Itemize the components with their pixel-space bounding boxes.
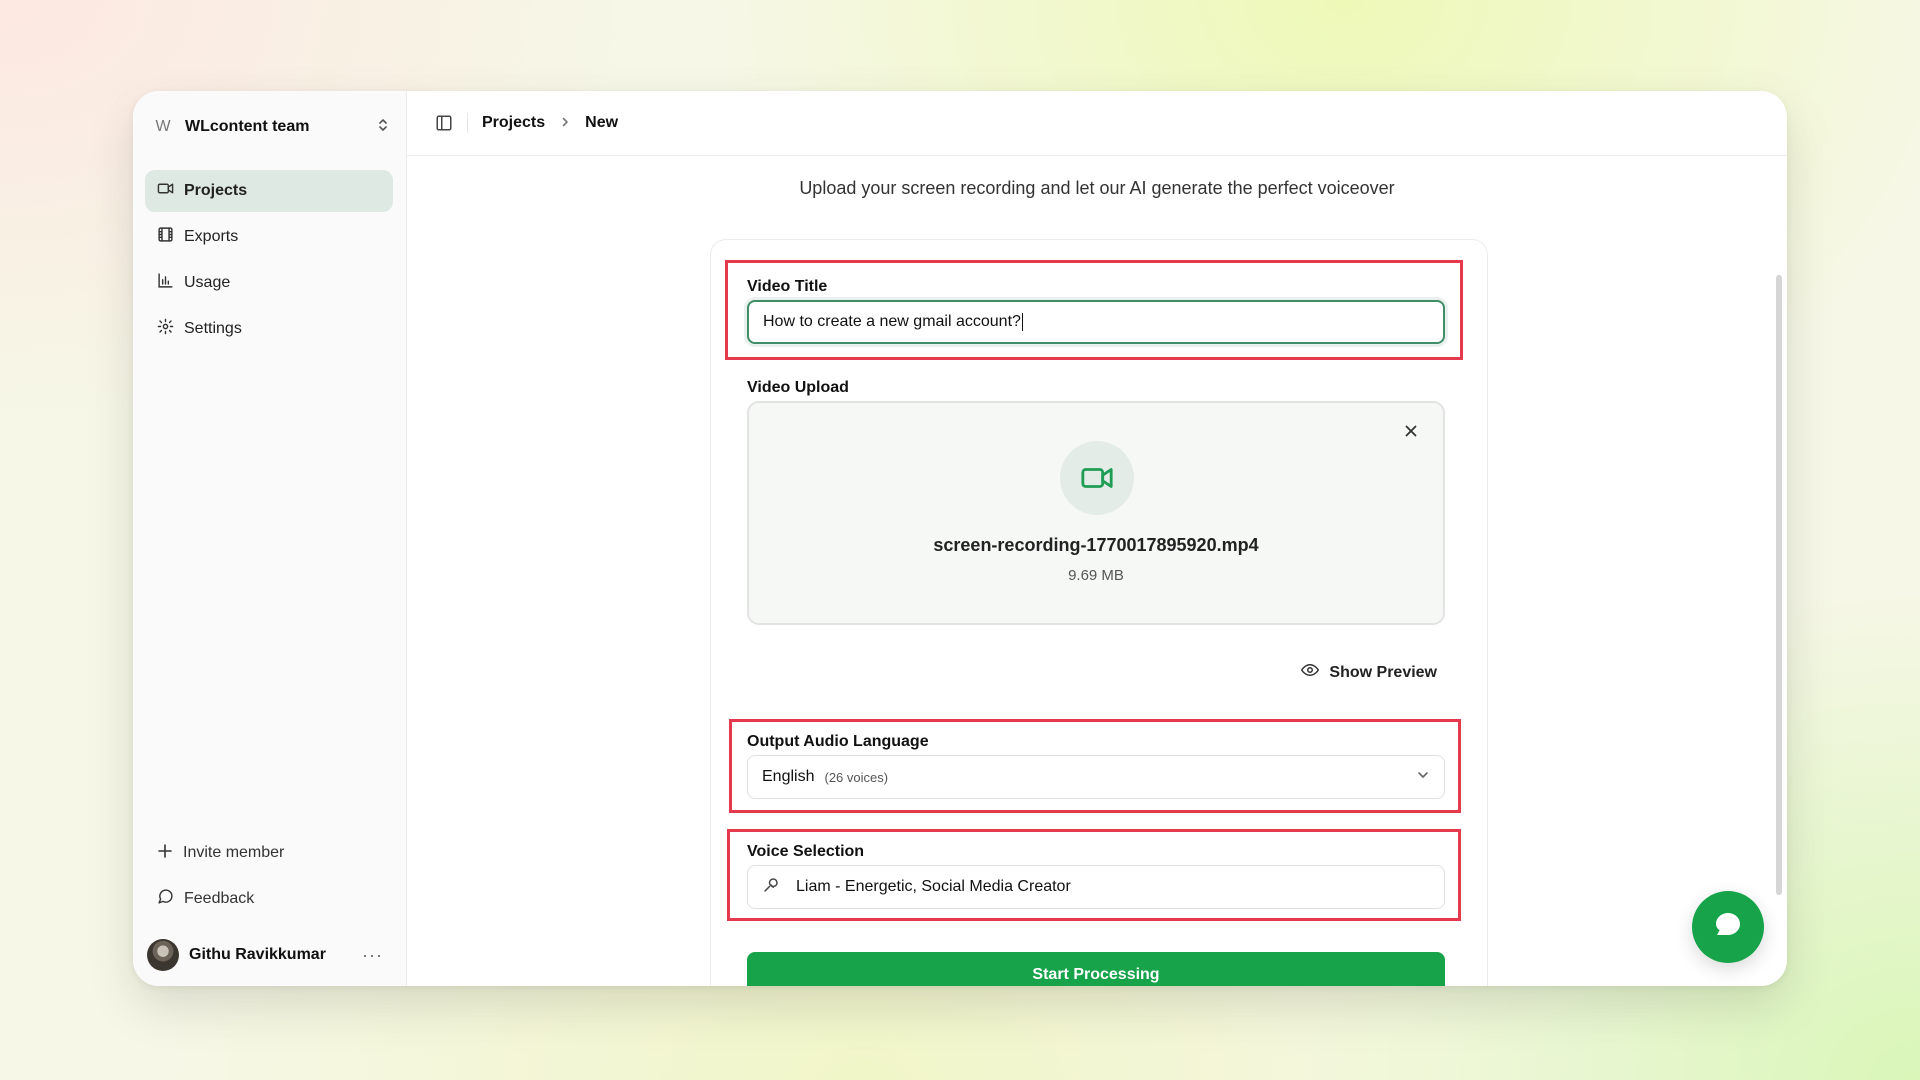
start-processing-button[interactable]: Start Processing — [747, 952, 1445, 986]
main-content: Projects New Upload your screen recordin… — [407, 91, 1787, 986]
chevron-down-icon — [1416, 768, 1430, 787]
text-caret — [1021, 313, 1023, 331]
language-value: English — [762, 768, 815, 785]
invite-member-button[interactable]: Invite member — [145, 832, 393, 874]
team-switcher[interactable]: W WLcontent team — [151, 109, 391, 145]
team-avatar: W — [155, 118, 171, 135]
sidebar-item-label: Settings — [184, 320, 242, 337]
film-icon — [157, 226, 184, 248]
language-voice-count: (26 voices) — [824, 769, 889, 785]
sidebar: W WLcontent team Projects Exports Usage … — [133, 91, 407, 986]
scrollbar[interactable] — [1776, 275, 1782, 895]
voice-selection-input[interactable]: Liam - Energetic, Social Media Creator — [747, 865, 1445, 909]
sidebar-nav: Projects Exports Usage Settings — [145, 170, 393, 354]
topbar: Projects New — [407, 91, 1787, 156]
sidebar-item-label: Usage — [184, 274, 231, 291]
uploaded-file-name: screen-recording-1770017895920.mp4 — [933, 535, 1259, 555]
breadcrumb-current: New — [585, 114, 619, 131]
sidebar-toggle-icon[interactable] — [435, 113, 468, 133]
chevron-right-icon — [559, 115, 571, 131]
uploaded-file-size: 9.69 MB — [1068, 567, 1124, 584]
sidebar-item-usage[interactable]: Usage — [145, 262, 393, 304]
video-upload-label: Video Upload — [747, 379, 849, 396]
video-title-input[interactable]: How to create a new gmail account? — [747, 300, 1445, 344]
sidebar-item-settings[interactable]: Settings — [145, 308, 393, 350]
audio-language-select[interactable]: English (26 voices) — [747, 755, 1445, 799]
chevron-up-down-icon — [375, 117, 391, 138]
audio-language-label: Output Audio Language — [747, 733, 929, 750]
eye-icon — [1301, 661, 1329, 684]
show-preview-label: Show Preview — [1329, 663, 1437, 681]
avatar — [147, 939, 179, 971]
chat-bubble-icon — [1713, 910, 1743, 945]
sidebar-item-exports[interactable]: Exports — [145, 216, 393, 258]
video-icon — [157, 180, 184, 202]
sidebar-footer-links: Invite member Feedback — [145, 832, 393, 924]
video-upload-dropzone[interactable]: screen-recording-1770017895920.mp4 9.69 … — [747, 401, 1445, 625]
chat-widget-button[interactable] — [1692, 891, 1764, 963]
message-circle-icon — [157, 888, 184, 910]
gear-icon — [157, 318, 184, 340]
bar-chart-icon — [157, 272, 184, 294]
feedback-label: Feedback — [184, 890, 255, 907]
show-preview-button[interactable]: Show Preview — [1301, 661, 1437, 684]
sidebar-item-label: Projects — [184, 182, 248, 199]
invite-member-label: Invite member — [183, 844, 285, 861]
plus-icon — [157, 843, 183, 864]
close-icon[interactable] — [1403, 423, 1419, 444]
video-title-label: Video Title — [747, 278, 828, 295]
feedback-button[interactable]: Feedback — [145, 878, 393, 920]
sidebar-item-label: Exports — [184, 228, 239, 245]
video-camera-icon — [1060, 441, 1134, 515]
video-title-value: How to create a new gmail account? — [763, 313, 1021, 330]
more-options-icon[interactable]: ··· — [354, 945, 391, 966]
voice-value: Liam - Energetic, Social Media Creator — [796, 878, 1071, 895]
app-window: W WLcontent team Projects Exports Usage … — [133, 91, 1787, 986]
breadcrumb-projects[interactable]: Projects — [482, 114, 545, 132]
microphone-icon — [762, 876, 796, 899]
sidebar-item-projects[interactable]: Projects — [145, 170, 393, 212]
new-project-form: Video Title How to create a new gmail ac… — [710, 239, 1488, 986]
voice-selection-label: Voice Selection — [747, 843, 865, 860]
user-name: Githu Ravikkumar — [189, 946, 326, 963]
page-subtitle: Upload your screen recording and let our… — [799, 178, 1395, 198]
user-menu[interactable]: Githu Ravikkumar ··· — [147, 935, 391, 975]
team-name: WLcontent team — [185, 118, 310, 135]
